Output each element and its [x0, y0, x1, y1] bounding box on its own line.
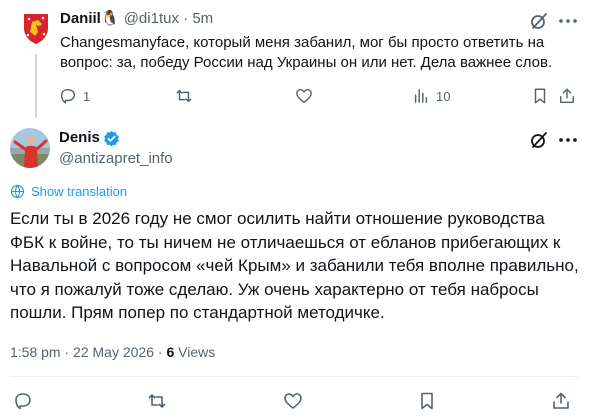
heart-icon: [284, 393, 302, 409]
share-button[interactable]: [550, 390, 572, 412]
like-button[interactable]: [282, 390, 304, 412]
reply-icon: [60, 88, 76, 104]
share-icon: [559, 88, 575, 104]
divider: [10, 376, 580, 377]
reply-header: Daniil🐧 @di1tux · 5m: [60, 9, 213, 29]
display-name[interactable]: Denis: [59, 128, 100, 148]
handle[interactable]: @di1tux: [124, 10, 179, 27]
show-translation-link[interactable]: Show translation: [10, 184, 127, 199]
grok-icon: [531, 13, 547, 29]
views-count: 10: [436, 88, 451, 104]
meta-separator: ·: [157, 344, 163, 360]
repost-icon: [148, 394, 166, 408]
views-count: 6: [166, 344, 175, 360]
bookmark-button[interactable]: [531, 86, 549, 106]
heart-icon: [296, 88, 312, 104]
reply-count: 1: [83, 88, 91, 104]
repost-button[interactable]: [175, 86, 193, 106]
share-button[interactable]: [558, 86, 576, 106]
timestamp[interactable]: 5m: [192, 10, 213, 27]
more-button[interactable]: [557, 130, 579, 150]
views-label: Views: [178, 344, 216, 360]
share-icon: [553, 392, 569, 409]
avatar[interactable]: [10, 128, 50, 168]
verified-badge-icon: [104, 130, 119, 146]
globe-icon: [10, 184, 25, 199]
tweet-time[interactable]: 1:58 pm: [10, 344, 61, 360]
tweet-meta: 1:58 pm · 22 May 2026 · 6 Views: [10, 343, 215, 361]
grok-icon: [531, 132, 547, 148]
grok-button[interactable]: [529, 11, 549, 31]
coat-of-arms-icon: [16, 8, 56, 48]
thread-line: [35, 54, 37, 118]
show-translation-label[interactable]: Show translation: [31, 184, 127, 199]
display-name-row: Denis: [59, 128, 120, 148]
tweet-date[interactable]: 22 May 2026: [73, 344, 154, 360]
views-icon: [414, 88, 428, 104]
bookmark-icon: [534, 88, 546, 104]
repost-icon: [176, 89, 192, 103]
meta-separator: ·: [64, 344, 70, 360]
like-button[interactable]: [295, 86, 313, 106]
tweet-text: Если ты в 2026 году не смог осилить найт…: [10, 209, 579, 322]
display-name[interactable]: Daniil: [60, 10, 101, 27]
handle[interactable]: @antizapret_info: [59, 149, 173, 169]
separator: ·: [183, 10, 189, 27]
bookmark-icon: [421, 392, 433, 410]
views-button[interactable]: 10: [412, 86, 450, 106]
reply-button[interactable]: [12, 390, 34, 412]
more-icon: [559, 138, 577, 142]
reply-tweet[interactable]: Daniil🐧 @di1tux · 5m Changesmanyface, ко…: [0, 0, 589, 118]
reply-icon: [15, 393, 31, 410]
name-emoji: 🐧: [100, 10, 120, 27]
grok-button[interactable]: [529, 130, 549, 150]
reply-button[interactable]: 1: [59, 86, 90, 106]
more-icon: [559, 19, 577, 23]
avatar[interactable]: [16, 8, 56, 48]
tweet-text: Changesmanyface, который меня забанил, м…: [60, 34, 553, 71]
profile-photo: [10, 128, 50, 168]
bookmark-button[interactable]: [416, 390, 438, 412]
more-button[interactable]: [557, 11, 579, 31]
repost-button[interactable]: [146, 390, 168, 412]
